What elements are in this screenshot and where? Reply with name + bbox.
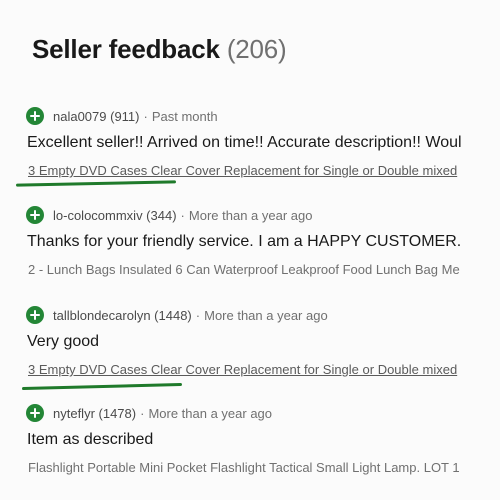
item-title[interactable]: Flashlight Portable Mini Pocket Flashlig… (28, 460, 460, 475)
feedback-comment: Item as described (27, 431, 154, 448)
feedback-comment: Very good (27, 333, 100, 350)
feedback-time: More than a year ago (204, 307, 328, 323)
positive-rating-icon (26, 107, 44, 125)
feedback-count: (206) (226, 34, 287, 64)
annotation-underline (15, 180, 177, 187)
item-title[interactable]: 2 - Lunch Bags Insulated 6 Can Waterproo… (28, 262, 460, 277)
item-link[interactable]: 3 Empty DVD Cases Clear Cover Replacemen… (28, 362, 457, 377)
page-title-text: Seller feedback (32, 34, 220, 64)
buyer-username[interactable]: nala0079 (911) (53, 109, 140, 124)
meta-separator: · (143, 108, 148, 124)
positive-rating-icon (26, 404, 44, 422)
positive-rating-icon (26, 306, 44, 324)
annotation-underline (21, 382, 183, 391)
buyer-username[interactable]: nyteflyr (1478) (53, 406, 136, 421)
meta-separator: · (195, 307, 201, 323)
feedback-meta: tallblondecarolyn (1448) · More than a y… (26, 306, 328, 324)
buyer-username[interactable]: lo-colocommxiv (344) (53, 208, 177, 223)
positive-rating-icon (26, 206, 44, 224)
page-title: Seller feedback (206) (32, 34, 287, 65)
meta-separator: · (180, 207, 185, 223)
feedback-time: Past month (151, 108, 218, 124)
feedback-time: More than a year ago (188, 207, 313, 223)
feedback-meta: nala0079 (911) · Past month (26, 107, 218, 125)
feedback-meta: lo-colocommxiv (344) · More than a year … (26, 206, 312, 224)
feedback-time: More than a year ago (148, 405, 273, 421)
feedback-comment: Excellent seller!! Arrived on time!! Acc… (27, 134, 462, 151)
feedback-meta: nyteflyr (1478) · More than a year ago (26, 404, 272, 422)
buyer-username[interactable]: tallblondecarolyn (1448) (53, 308, 192, 323)
item-link[interactable]: 3 Empty DVD Cases Clear Cover Replacemen… (28, 163, 457, 178)
meta-separator: · (140, 405, 145, 421)
feedback-comment: Thanks for your friendly service. I am a… (27, 233, 462, 250)
